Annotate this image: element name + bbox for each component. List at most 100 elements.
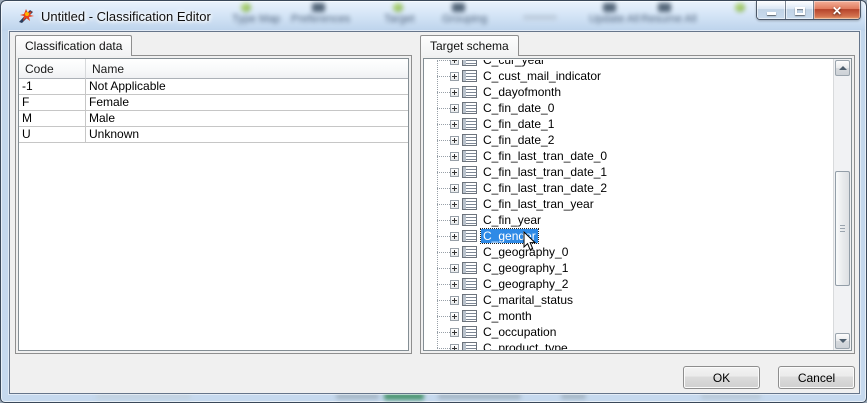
table-icon: [462, 342, 477, 350]
expand-icon[interactable]: [450, 232, 459, 241]
tree-item-label[interactable]: C_product_type: [481, 341, 570, 350]
table-row[interactable]: U Unknown: [19, 127, 408, 143]
arrow-up-icon: [839, 66, 847, 70]
bottom-ghost-item: [336, 394, 379, 399]
tree-item-label[interactable]: C_occupation: [481, 325, 558, 339]
expand-icon[interactable]: [450, 136, 459, 145]
classification-table: Code Name -1 Not Applicable F Female M M…: [18, 58, 409, 351]
tree-item[interactable]: C_fin_last_tran_year: [424, 196, 832, 212]
minimize-icon: [767, 12, 776, 15]
cell-name: Unknown: [86, 127, 408, 142]
expand-icon[interactable]: [450, 344, 459, 351]
expand-icon[interactable]: [450, 280, 459, 289]
bottom-ghost-item: [96, 394, 191, 399]
tree-item[interactable]: C_fin_year: [424, 212, 832, 228]
column-header-code[interactable]: Code: [19, 59, 86, 79]
scrollbar-up-button[interactable]: [835, 60, 850, 76]
tree-item[interactable]: C_product_type: [424, 340, 832, 350]
expand-icon[interactable]: [450, 120, 459, 129]
tree-connector: [437, 92, 450, 93]
ok-button[interactable]: OK: [683, 366, 760, 389]
expand-icon[interactable]: [450, 248, 459, 257]
table-icon: [462, 182, 477, 194]
table-row[interactable]: -1 Not Applicable: [19, 79, 408, 95]
expand-icon[interactable]: [450, 216, 459, 225]
tree-item-label[interactable]: C_fin_date_2: [481, 133, 556, 147]
bottom-ghost-item: [438, 394, 521, 399]
table-icon: [462, 102, 477, 114]
target-schema-content: C_cur_year C_cust_mail_indicator C_dayof…: [420, 55, 855, 354]
tree-item-label[interactable]: C_fin_last_tran_date_0: [481, 149, 609, 163]
cell-name: Not Applicable: [86, 79, 408, 94]
cell-code: -1: [19, 79, 86, 94]
tree-item[interactable]: C_occupation: [424, 324, 832, 340]
tree-connector: [437, 204, 450, 205]
tree-item-label[interactable]: C_geography_2: [481, 277, 570, 291]
expand-icon[interactable]: [450, 72, 459, 81]
tree-item[interactable]: C_geography_1: [424, 260, 832, 276]
tree-item[interactable]: C_fin_date_0: [424, 100, 832, 116]
column-header-name[interactable]: Name: [86, 59, 408, 79]
tree-item-label[interactable]: C_fin_date_1: [481, 117, 556, 131]
tree-item[interactable]: C_marital_status: [424, 292, 832, 308]
minimize-button[interactable]: [757, 1, 786, 19]
expand-icon[interactable]: [450, 168, 459, 177]
table-icon: [462, 134, 477, 146]
expand-icon[interactable]: [450, 264, 459, 273]
tree-item-label[interactable]: C_marital_status: [481, 293, 575, 307]
tree-connector: [437, 60, 450, 61]
close-icon: ✕: [832, 5, 842, 17]
tree-item[interactable]: C_fin_last_tran_date_0: [424, 148, 832, 164]
tree-connector: [437, 124, 450, 125]
tree-item[interactable]: C_geography_0: [424, 244, 832, 260]
tree-item[interactable]: C_fin_date_1: [424, 116, 832, 132]
window-controls: ✕: [756, 1, 861, 20]
expand-icon[interactable]: [450, 328, 459, 337]
expand-icon[interactable]: [450, 200, 459, 209]
tree-item-selected[interactable]: C_gender: [424, 228, 832, 244]
expand-icon[interactable]: [450, 184, 459, 193]
expand-icon[interactable]: [450, 312, 459, 321]
tab-target-schema[interactable]: Target schema: [420, 35, 519, 56]
tree-item-label[interactable]: C_geography_1: [481, 261, 570, 275]
tree-item-label[interactable]: C_gender: [481, 229, 538, 243]
title-bar[interactable]: Untitled - Classification Editor ✕: [1, 1, 866, 31]
tree-item-label[interactable]: C_fin_year: [481, 213, 543, 227]
maximize-button[interactable]: [786, 1, 814, 19]
cancel-button[interactable]: Cancel: [778, 366, 855, 389]
table-row[interactable]: F Female: [19, 95, 408, 111]
tree-item-label[interactable]: C_dayofmonth: [481, 85, 563, 99]
tree-item[interactable]: C_geography_2: [424, 276, 832, 292]
tree-item[interactable]: C_fin_date_2: [424, 132, 832, 148]
tree-item-label[interactable]: C_geography_0: [481, 245, 570, 259]
close-button[interactable]: ✕: [814, 1, 860, 19]
dialog-client-area: Classification data Code Name -1 Not App…: [9, 31, 860, 394]
tree-item[interactable]: C_fin_last_tran_date_1: [424, 164, 832, 180]
scrollbar-thumb[interactable]: [835, 171, 850, 286]
tree-item-label[interactable]: C_fin_date_0: [481, 101, 556, 115]
expand-icon[interactable]: [450, 88, 459, 97]
tree-item[interactable]: C_month: [424, 308, 832, 324]
expand-icon[interactable]: [450, 296, 459, 305]
expand-icon[interactable]: [450, 152, 459, 161]
app-icon[interactable]: [18, 8, 35, 24]
tree-scrollbar[interactable]: [833, 59, 851, 350]
table-icon: [462, 70, 477, 82]
tree-item[interactable]: C_dayofmonth: [424, 84, 832, 100]
tree-item-label[interactable]: C_cust_mail_indicator: [481, 69, 603, 83]
tree-item-label[interactable]: C_fin_last_tran_date_1: [481, 165, 609, 179]
tree-item-label[interactable]: C_fin_last_tran_date_2: [481, 181, 609, 195]
tree-item[interactable]: C_cust_mail_indicator: [424, 68, 832, 84]
table-row[interactable]: M Male: [19, 111, 408, 127]
scrollbar-down-button[interactable]: [835, 333, 850, 349]
expand-icon[interactable]: [450, 104, 459, 113]
table-icon: [462, 166, 477, 178]
tab-classification-data[interactable]: Classification data: [15, 35, 132, 56]
tree-item-label[interactable]: C_fin_last_tran_year: [481, 197, 596, 211]
tree-item-clipped[interactable]: C_cur_year: [424, 60, 832, 68]
tree-item[interactable]: C_fin_last_tran_date_2: [424, 180, 832, 196]
tree-item-label[interactable]: C_cur_year: [481, 60, 547, 67]
tree-item-label[interactable]: C_month: [481, 309, 534, 323]
expand-icon[interactable]: [450, 60, 459, 65]
tree-connector: [437, 284, 450, 285]
